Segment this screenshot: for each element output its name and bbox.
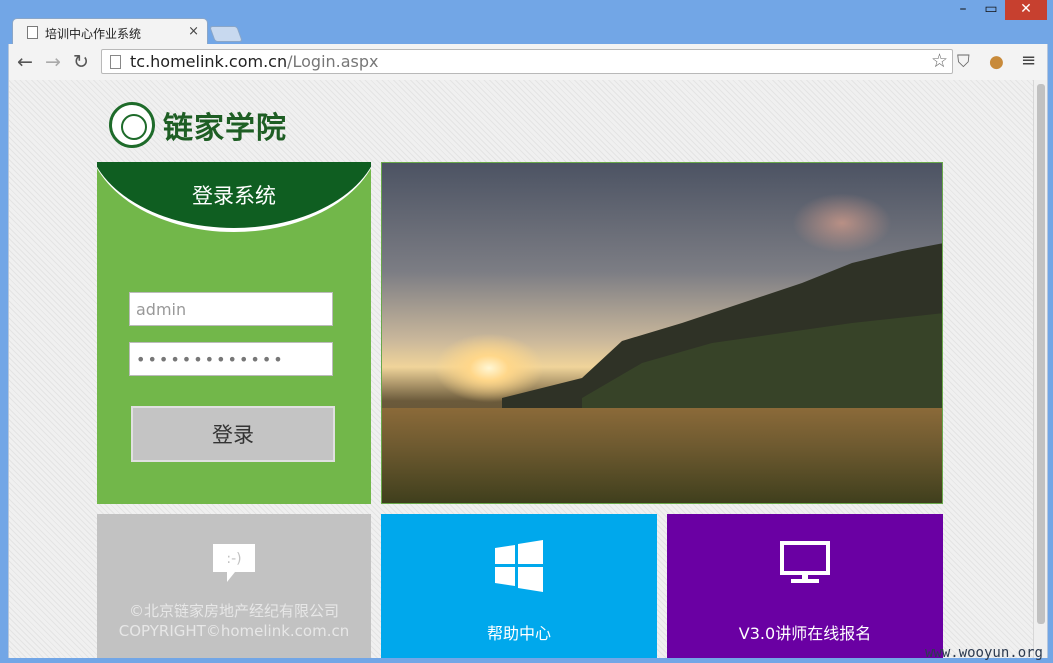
help-center-label: 帮助中心 bbox=[486, 624, 551, 643]
page-viewport: 链家学院 登录系统 登录 bbox=[8, 80, 1048, 658]
forward-button[interactable]: → bbox=[45, 51, 61, 73]
tab-close-icon[interactable]: × bbox=[188, 24, 199, 39]
lecturer-register-tile[interactable]: V3.0讲师在线报名 bbox=[667, 514, 943, 658]
title-bar: 培训中心作业系统 × – ▭ ✕ bbox=[0, 0, 1053, 46]
cookie-extension-icon[interactable]: ● bbox=[989, 52, 1004, 72]
login-panel: 登录系统 登录 bbox=[97, 162, 371, 504]
windows-logo-icon bbox=[495, 540, 543, 592]
lecturer-register-label: V3.0讲师在线报名 bbox=[738, 624, 872, 643]
logo-seal-icon bbox=[109, 102, 155, 148]
password-input[interactable] bbox=[129, 342, 333, 376]
hero-field bbox=[382, 408, 942, 503]
chat-bubble-icon: :-) bbox=[213, 544, 255, 582]
minimize-button[interactable]: – bbox=[949, 0, 977, 20]
window-controls: – ▭ ✕ bbox=[949, 0, 1047, 22]
copyright-company: ©北京链家房地产经纪有限公司 bbox=[128, 602, 339, 620]
new-tab-button[interactable] bbox=[209, 26, 243, 42]
copyright-domain: COPYRIGHT©homelink.com.cn bbox=[118, 622, 350, 640]
bookmark-star-icon[interactable]: ☆ bbox=[931, 50, 948, 72]
site-logo: 链家学院 bbox=[109, 100, 287, 150]
page-icon bbox=[110, 55, 121, 69]
maximize-button[interactable]: ▭ bbox=[977, 0, 1005, 20]
tab-title: 培训中心作业系统 bbox=[45, 27, 142, 41]
monitor-icon bbox=[780, 541, 830, 583]
document-icon bbox=[27, 26, 38, 39]
vertical-scrollbar[interactable] bbox=[1033, 80, 1047, 658]
copyright-tile: :-) ©北京链家房地产经纪有限公司 COPYRIGHT©homelink.co… bbox=[97, 514, 371, 658]
logo-text: 链家学院 bbox=[163, 111, 287, 146]
hero-landscape-image bbox=[381, 162, 943, 504]
browser-toolbar: ← → ↻ tc.homelink.com.cn/Login.aspx ☆ ⛉ … bbox=[8, 44, 1048, 80]
chat-icon-glyph: :-) bbox=[226, 551, 241, 567]
close-window-button[interactable]: ✕ bbox=[1005, 0, 1047, 20]
reload-button[interactable]: ↻ bbox=[73, 51, 89, 73]
url-host: tc.homelink.com.cn bbox=[130, 52, 288, 71]
help-center-tile[interactable]: 帮助中心 bbox=[381, 514, 657, 658]
scrollbar-thumb[interactable] bbox=[1037, 84, 1045, 624]
address-bar[interactable]: tc.homelink.com.cn/Login.aspx ☆ bbox=[101, 49, 953, 74]
menu-icon[interactable]: ≡ bbox=[1021, 50, 1036, 71]
url-path: /Login.aspx bbox=[287, 52, 379, 71]
login-title: 登录系统 bbox=[192, 184, 276, 208]
back-button[interactable]: ← bbox=[17, 51, 33, 73]
login-button[interactable]: 登录 bbox=[131, 406, 335, 462]
url-text[interactable]: tc.homelink.com.cn/Login.aspx bbox=[130, 52, 379, 71]
username-input[interactable] bbox=[129, 292, 333, 326]
browser-tab[interactable]: 培训中心作业系统 × bbox=[12, 18, 208, 46]
watermark-text: www.wooyun.org bbox=[924, 645, 1043, 661]
shield-extension-icon[interactable]: ⛉ bbox=[957, 52, 970, 72]
browser-window: 培训中心作业系统 × – ▭ ✕ ← → ↻ tc.homelink.com.c… bbox=[0, 0, 1053, 663]
